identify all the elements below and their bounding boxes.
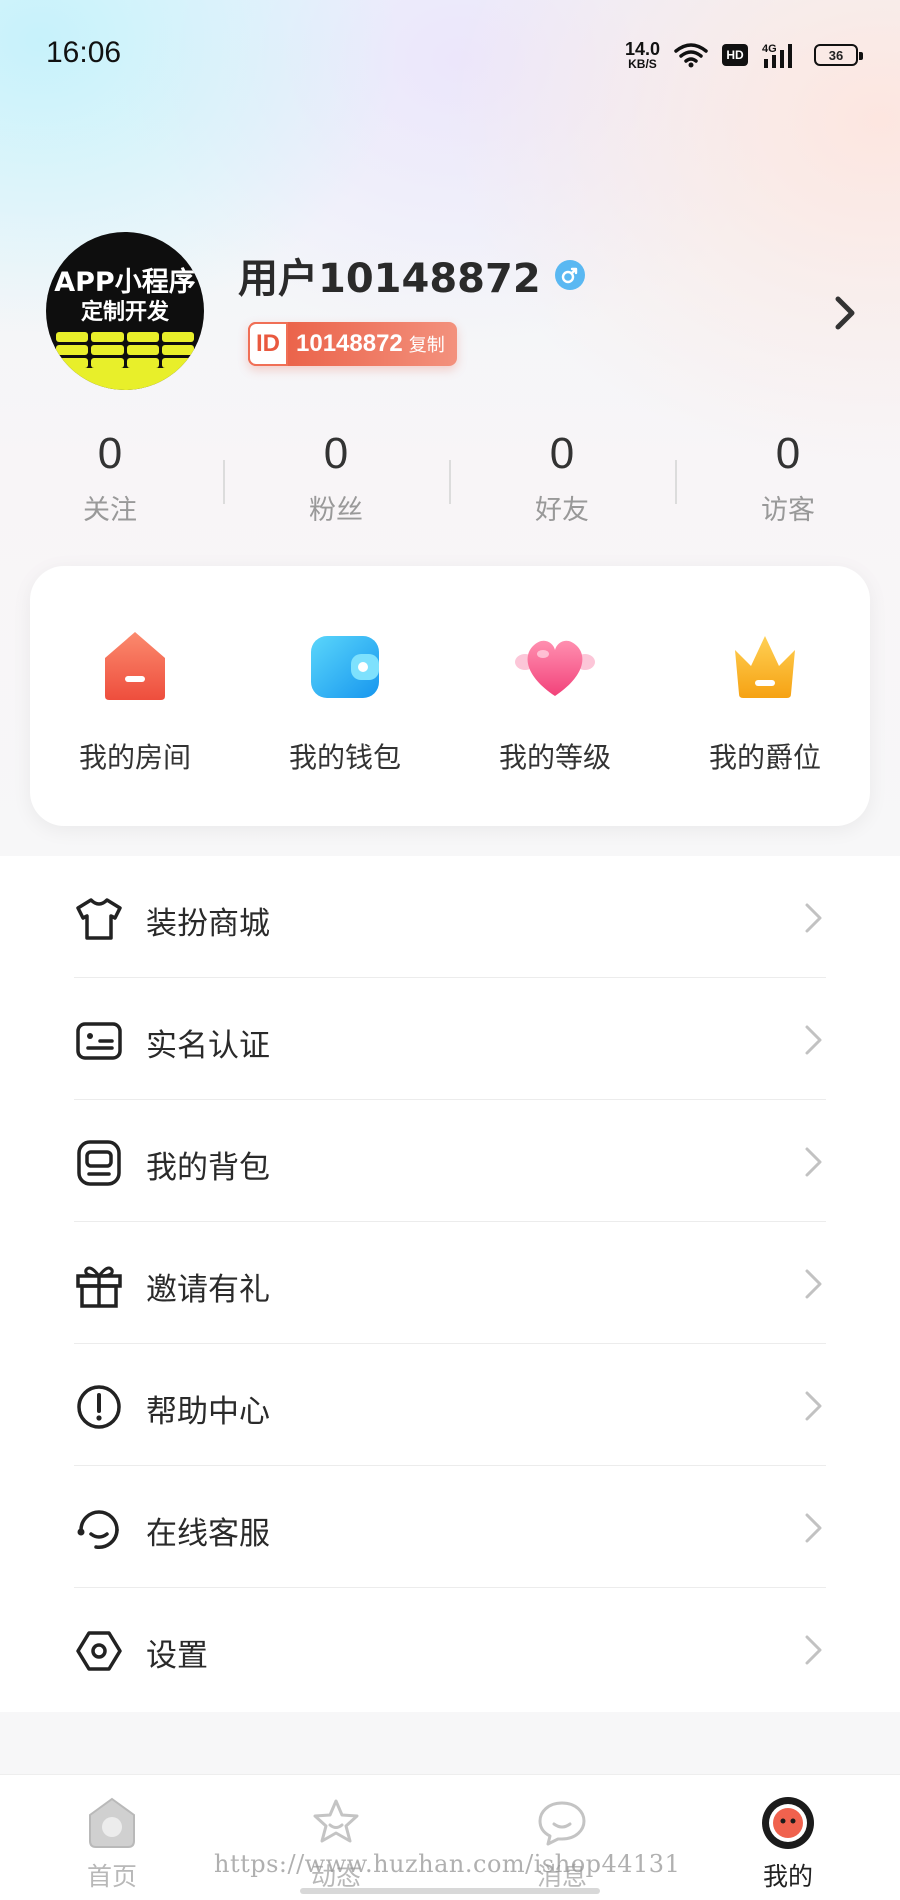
menu-item-settings[interactable]: 设置 — [0, 1588, 900, 1710]
male-icon — [554, 260, 585, 290]
menu-item-my-backpack[interactable]: 我的背包 — [0, 1100, 900, 1222]
menu-item-label: 在线客服 — [146, 1516, 270, 1552]
watermark: https://www.huzhan.com/ishop44131 — [214, 1850, 681, 1878]
battery-icon: 36 — [814, 44, 863, 66]
network-speed-unit: KB/S — [628, 57, 657, 71]
menu-item-invite-rewards[interactable]: 邀请有礼 — [0, 1222, 900, 1344]
chevron-right-icon — [805, 903, 822, 933]
stat-value: 0 — [775, 429, 801, 478]
stat-following[interactable]: 0 关注 — [30, 429, 190, 527]
network-speed: 14.0 KB/S — [625, 40, 660, 70]
tab-label: 首页 — [86, 1862, 137, 1891]
profile-icon — [762, 1797, 814, 1849]
wifi-icon — [674, 43, 708, 68]
chevron-right-icon — [805, 1391, 822, 1421]
stat-divider — [675, 460, 677, 504]
tab-profile[interactable]: 我的 — [718, 1793, 858, 1893]
stat-value: 0 — [323, 429, 349, 478]
stats-row: 0 关注 0 粉丝 0 好友 0 访客 — [0, 429, 900, 540]
menu-item-label: 实名认证 — [146, 1028, 270, 1064]
menu-item-label: 我的背包 — [146, 1150, 270, 1186]
quick-actions-card: 我的房间 我的钱包 我的等级 我的爵位 — [30, 566, 870, 826]
username: 用户10148872 — [238, 256, 541, 302]
wallet-icon — [311, 636, 379, 698]
help-icon — [77, 1385, 121, 1429]
id-label: ID — [248, 322, 288, 366]
tab-moments[interactable]: 动态 — [266, 1793, 406, 1893]
menu-item-label: 设置 — [146, 1638, 208, 1674]
tab-label: 我的 — [762, 1862, 813, 1891]
avatar[interactable]: APP小程序 定制开发 — [46, 232, 204, 390]
menu-item-label: 帮助中心 — [146, 1394, 270, 1430]
bottom-tab-bar: 首页 动态 消息 我的 — [0, 1774, 900, 1900]
quick-action-my-room[interactable]: 我的房间 — [30, 626, 240, 776]
stat-value: 0 — [97, 429, 123, 478]
settings-menu: 装扮商城 实名认证 我的背包 邀请有礼 帮助中心 在线客服 设置 — [0, 856, 900, 1712]
chevron-right-icon — [805, 1269, 822, 1299]
stat-label: 访客 — [761, 495, 815, 527]
stat-friends[interactable]: 0 好友 — [482, 429, 642, 527]
username-row: 用户10148872 — [238, 246, 585, 304]
menu-item-label: 装扮商城 — [146, 906, 270, 942]
quick-action-label: 我的爵位 — [708, 741, 821, 774]
menu-item-real-name-verification[interactable]: 实名认证 — [0, 978, 900, 1100]
id-value: 10148872 — [296, 330, 403, 357]
message-icon — [538, 1801, 586, 1846]
stat-divider — [223, 460, 225, 504]
hd-icon: HD — [722, 44, 748, 66]
stat-label: 好友 — [535, 495, 589, 527]
quick-action-label: 我的房间 — [78, 741, 191, 774]
menu-item-dressup-mall[interactable]: 装扮商城 — [0, 856, 900, 978]
status-bar: 16:06 14.0 KB/S HD 4G 36 — [0, 0, 900, 110]
headset-icon — [77, 1510, 119, 1549]
tab-home[interactable]: 首页 — [42, 1793, 182, 1893]
signal-icon: 4G — [762, 43, 792, 68]
crown-icon — [735, 636, 795, 698]
status-icons: 14.0 KB/S HD 4G 36 — [625, 36, 863, 74]
stat-label: 粉丝 — [309, 495, 363, 527]
avatar-text-line2: 定制开发 — [80, 300, 169, 325]
stat-label: 关注 — [83, 495, 137, 527]
quick-action-label: 我的钱包 — [288, 741, 401, 774]
chevron-right-icon — [805, 1147, 822, 1177]
quick-action-my-level[interactable]: 我的等级 — [450, 626, 660, 776]
chevron-right-icon — [805, 1513, 822, 1543]
stat-followers[interactable]: 0 粉丝 — [256, 429, 416, 527]
network-type-label: 4G — [762, 43, 777, 55]
avatar-decoration — [56, 332, 194, 368]
menu-item-label: 邀请有礼 — [146, 1272, 270, 1308]
backpack-icon — [77, 1140, 121, 1186]
status-time: 16:06 — [46, 36, 122, 69]
chevron-right-icon — [805, 1635, 822, 1665]
profile-chevron-right-icon[interactable] — [828, 292, 862, 334]
stat-divider — [449, 460, 451, 504]
home-indicator[interactable] — [300, 1888, 600, 1894]
tshirt-icon — [76, 898, 122, 940]
quick-action-label: 我的等级 — [498, 741, 611, 774]
tab-messages[interactable]: 消息 — [492, 1793, 632, 1893]
id-card-icon — [76, 1022, 122, 1060]
quick-action-my-title[interactable]: 我的爵位 — [660, 626, 870, 776]
user-id-badge[interactable]: ID 10148872 复制 — [248, 322, 457, 366]
settings-icon — [76, 1631, 122, 1671]
copy-id-button[interactable]: 复制 — [409, 331, 445, 357]
network-speed-value: 14.0 — [624, 39, 660, 59]
stat-value: 0 — [549, 429, 575, 478]
moments-icon — [313, 1799, 359, 1843]
menu-item-help-center[interactable]: 帮助中心 — [0, 1344, 900, 1466]
home-icon — [89, 1797, 135, 1848]
gift-icon — [76, 1266, 122, 1308]
chevron-right-icon — [805, 1025, 822, 1055]
menu-item-online-support[interactable]: 在线客服 — [0, 1466, 900, 1588]
stat-visitors[interactable]: 0 访客 — [708, 429, 868, 527]
quick-action-my-wallet[interactable]: 我的钱包 — [240, 626, 450, 776]
heart-icon — [515, 640, 595, 696]
avatar-footer-band — [46, 368, 204, 390]
room-icon — [105, 632, 165, 700]
battery-level: 36 — [828, 47, 844, 63]
